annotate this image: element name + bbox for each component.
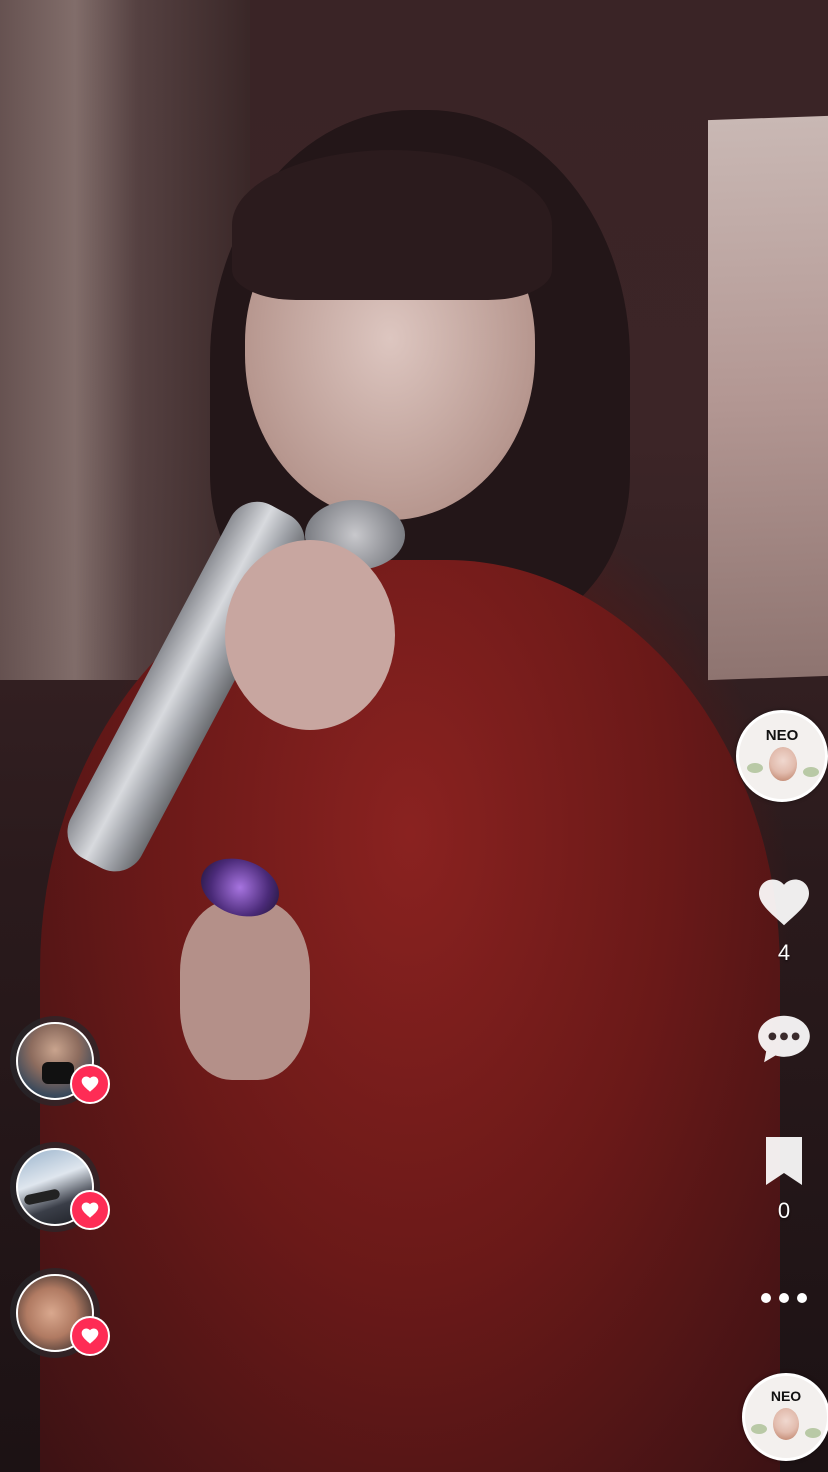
sound-disc-flower xyxy=(751,1424,767,1434)
liker-avatar[interactable] xyxy=(10,1142,110,1232)
sound-disc[interactable]: NEO xyxy=(742,1373,828,1461)
save-count: 0 xyxy=(777,1198,791,1223)
bookmark-icon xyxy=(766,1137,802,1185)
liker-microphone xyxy=(23,1188,61,1206)
video-player[interactable] xyxy=(0,0,828,1472)
creator-avatar[interactable]: NEO xyxy=(736,710,828,802)
singer-bangs xyxy=(232,150,552,300)
heart-icon xyxy=(81,1076,99,1092)
singer-arm xyxy=(180,900,310,1080)
singer-hand xyxy=(225,540,395,730)
sound-disc-flower xyxy=(805,1428,821,1438)
liked-badge xyxy=(70,1190,110,1230)
liker-avatar[interactable] xyxy=(10,1268,110,1358)
heart-icon xyxy=(81,1202,99,1218)
comment-icon xyxy=(758,1015,810,1063)
heart-icon xyxy=(759,879,809,926)
liked-badge xyxy=(70,1064,110,1104)
creator-avatar-label: NEO xyxy=(765,727,799,744)
save-button[interactable] xyxy=(758,1134,810,1190)
creator-avatar-face xyxy=(769,747,797,781)
like-button[interactable] xyxy=(752,872,816,936)
sound-disc-label: NEO xyxy=(770,1388,802,1404)
background-picture-frame xyxy=(708,115,828,681)
comment-button[interactable] xyxy=(752,1008,816,1072)
liked-badge xyxy=(70,1316,110,1356)
liker-avatar[interactable] xyxy=(10,1016,110,1106)
creator-avatar-flower xyxy=(803,767,819,777)
more-icon xyxy=(761,1293,807,1303)
like-count: 4 xyxy=(777,940,791,965)
more-button[interactable] xyxy=(752,1282,816,1314)
creator-avatar-flower xyxy=(747,763,763,773)
heart-icon xyxy=(81,1328,99,1344)
sound-disc-face xyxy=(773,1408,799,1440)
